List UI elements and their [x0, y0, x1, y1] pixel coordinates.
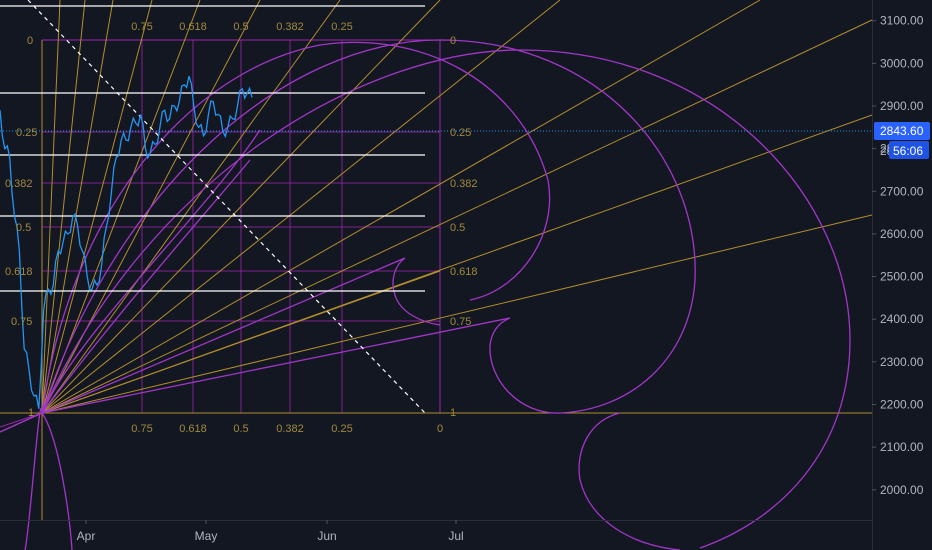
y-tick-label: 2200.00 [880, 397, 924, 411]
y-tick-label: 2700.00 [880, 184, 924, 198]
y-tick-label: 2900.00 [880, 99, 924, 113]
chart: 00.250.3820.50.6180.75100.250.3820.50.61… [0, 0, 932, 550]
fib-level-label-left: 1 [28, 407, 34, 419]
fib-level-label-right: 0 [450, 35, 456, 47]
fib-level-label-right: 0.75 [450, 316, 471, 328]
y-tick-label: 2500.00 [880, 270, 924, 284]
fib-level-label-left: 0.618 [5, 266, 33, 278]
countdown-value: 56:06 [893, 144, 923, 158]
y-tick-label: 3100.00 [880, 14, 924, 28]
fib-time-label-top: 0.618 [179, 21, 207, 33]
fib-time-label-top: 0.382 [276, 21, 304, 33]
fib-level-label-right: 0.618 [450, 266, 478, 278]
y-tick-label: 2600.00 [880, 227, 924, 241]
fib-time-label-top: 0.25 [331, 21, 352, 33]
fib-time-label-bottom: 0.382 [276, 423, 304, 435]
fib-time-label-bottom: 0.618 [179, 423, 207, 435]
fib-level-label-right: 0.382 [450, 178, 478, 190]
current-price-value: 2843.60 [880, 124, 924, 138]
fib-level-label-right: 0.25 [450, 127, 471, 139]
fib-time-label-bottom: 0.25 [331, 423, 352, 435]
x-tick-label: Jul [448, 529, 463, 543]
fib-level-label-right: 0.5 [450, 222, 465, 234]
fib-level-label-left: 0 [27, 35, 33, 47]
fib-level-label-left: 0.25 [16, 127, 37, 139]
fib-level-label-right: 1 [450, 407, 456, 419]
x-tick-label: May [195, 529, 218, 543]
y-tick-label: 2300.00 [880, 355, 924, 369]
fib-level-label-left: 0.382 [5, 178, 33, 190]
y-tick-label: 2400.00 [880, 312, 924, 326]
fib-level-label-left: 0.5 [16, 222, 31, 234]
fib-time-label-top: 0.5 [233, 21, 248, 33]
y-tick-label: 2100.00 [880, 440, 924, 454]
x-tick-label: Apr [77, 529, 96, 543]
fib-time-label-bottom: 0.5 [233, 423, 248, 435]
fib-level-label-left: 0.75 [11, 316, 32, 328]
y-tick-label: 3000.00 [880, 56, 924, 70]
x-tick-label: Jun [317, 529, 336, 543]
y-tick-label: 2000.00 [880, 483, 924, 497]
fib-time-label-top: 0.75 [131, 21, 152, 33]
fib-time-label-bottom: 0.75 [131, 423, 152, 435]
fib-time-label-bottom: 0 [437, 423, 443, 435]
